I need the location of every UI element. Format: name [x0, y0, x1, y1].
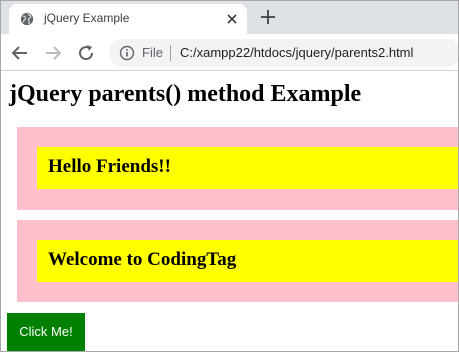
page-title: jQuery parents() method Example — [9, 81, 362, 107]
browser-tab[interactable]: jQuery Example — [9, 4, 247, 34]
globe-icon — [20, 12, 34, 26]
tab-strip: jQuery Example — [1, 1, 458, 34]
omnibox-divider — [170, 45, 171, 61]
browser-window: jQuery Example File C:/xampp22/htdocs/jq… — [0, 0, 459, 352]
address-bar[interactable]: File C:/xampp22/htdocs/jquery/parents2.h… — [109, 39, 458, 67]
outer-box: Hello Friends!! — [17, 127, 458, 210]
outer-box: Welcome to CodingTag — [17, 220, 458, 302]
back-arrow-icon[interactable] — [10, 43, 30, 63]
box-text: Hello Friends!! — [48, 156, 171, 177]
browser-toolbar: File C:/xampp22/htdocs/jquery/parents2.h… — [1, 34, 458, 71]
close-icon[interactable] — [224, 11, 240, 27]
url-text[interactable]: C:/xampp22/htdocs/jquery/parents2.html — [180, 45, 413, 60]
inner-box: Hello Friends!! — [37, 147, 458, 189]
security-label: File — [142, 45, 163, 60]
reload-icon[interactable] — [76, 43, 96, 63]
box-text: Welcome to CodingTag — [48, 249, 237, 270]
new-tab-icon[interactable] — [259, 8, 277, 26]
click-me-button[interactable]: Click Me! — [7, 313, 85, 351]
inner-box: Welcome to CodingTag — [37, 240, 458, 282]
tab-title: jQuery Example — [44, 11, 130, 25]
forward-arrow-icon[interactable] — [43, 43, 63, 63]
page-content: jQuery parents() method Example Hello Fr… — [1, 72, 458, 351]
info-icon[interactable] — [119, 45, 135, 61]
